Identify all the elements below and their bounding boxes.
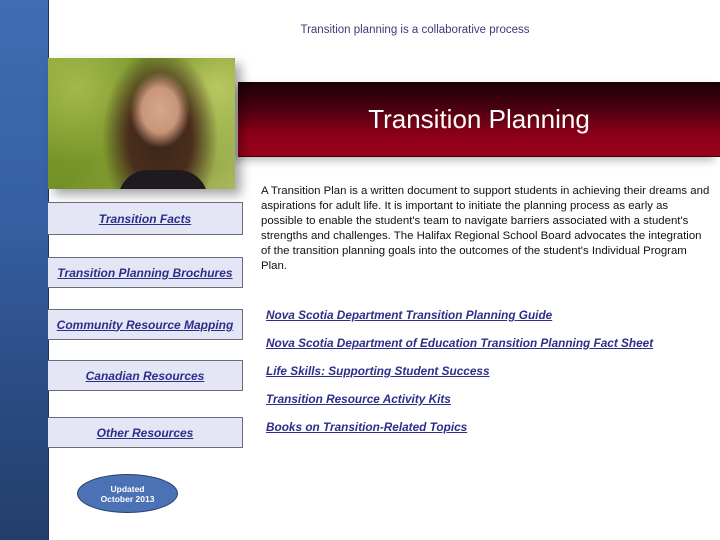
updated-badge-line1: Updated: [110, 483, 145, 494]
nav-button-community-resource-mapping[interactable]: Community Resource Mapping: [48, 309, 243, 340]
nav-link-transition-planning-brochures[interactable]: Transition Planning Brochures: [57, 266, 232, 280]
photo-detail: [118, 170, 208, 189]
nav-button-transition-facts[interactable]: Transition Facts: [48, 202, 243, 235]
link-ns-transition-planning-guide[interactable]: Nova Scotia Department Transition Planni…: [266, 307, 653, 335]
link-ns-education-fact-sheet[interactable]: Nova Scotia Department of Education Tran…: [266, 335, 653, 363]
nav-link-transition-facts[interactable]: Transition Facts: [99, 212, 191, 226]
updated-badge-line2: October 2013: [100, 493, 155, 504]
tagline: Transition planning is a collaborative p…: [300, 24, 530, 36]
intro-paragraph: A Transition Plan is a written document …: [261, 185, 710, 272]
updated-badge: Updated October 2013: [77, 474, 178, 513]
nav-link-community-resource-mapping[interactable]: Community Resource Mapping: [57, 318, 234, 332]
nav-link-other-resources[interactable]: Other Resources: [97, 426, 194, 440]
page-title: Transition Planning: [238, 104, 720, 135]
link-activity-kits[interactable]: Transition Resource Activity Kits: [266, 391, 653, 419]
link-life-skills[interactable]: Life Skills: Supporting Student Success: [266, 363, 653, 391]
student-photo: [48, 58, 235, 189]
title-banner: Transition Planning: [238, 82, 720, 157]
nav-button-canadian-resources[interactable]: Canadian Resources: [48, 360, 243, 391]
nav-button-other-resources[interactable]: Other Resources: [48, 417, 243, 448]
sidebar-accent-bar: [0, 0, 49, 540]
nav-button-transition-planning-brochures[interactable]: Transition Planning Brochures: [48, 257, 243, 288]
page-title-text: Transition Planning: [368, 104, 590, 134]
link-books-on-transition[interactable]: Books on Transition-Related Topics: [266, 419, 653, 447]
nav-link-canadian-resources[interactable]: Canadian Resources: [86, 369, 205, 383]
resource-links: Nova Scotia Department Transition Planni…: [266, 307, 653, 447]
